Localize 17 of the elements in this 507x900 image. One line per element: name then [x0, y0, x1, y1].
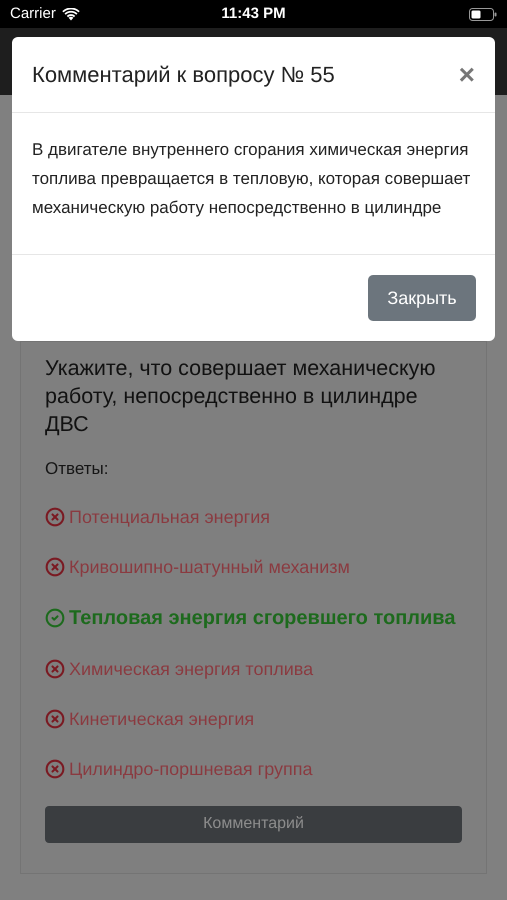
- battery-icon: [469, 8, 497, 20]
- answer-text: Потенциальная энергия: [69, 506, 270, 529]
- answers-label: Ответы:: [45, 458, 110, 480]
- answer-text: Кривошипно-шатунный механизм: [69, 556, 350, 579]
- question-text: Укажите, что совершает механическую работу, непосредственно в цилиндре ДВС: [45, 355, 437, 438]
- answer-text: Цилиндро-поршневая группа: [69, 758, 313, 781]
- comment-button[interactable]: Комментарий: [45, 806, 462, 842]
- close-dialog-button[interactable]: Закрыть: [368, 275, 476, 321]
- clock-time: 11:43 PM: [221, 4, 286, 24]
- dialog-title: Комментарий к вопросу № 55: [32, 61, 335, 89]
- answer-text: Тепловая энергия сгоревшего топлива: [69, 606, 456, 630]
- dialog-body-text: В двигателе внутреннего сгорания химическая энергия топлива превращается в тепловую, которая совершает механическую работу непосредственно в цилиндре: [12, 113, 495, 255]
- wifi-icon: [62, 8, 80, 20]
- carrier-label: Carrier: [10, 4, 56, 24]
- answer-text: Химическая энергия топлива: [69, 658, 314, 681]
- close-button[interactable]: ×: [458, 60, 475, 88]
- answer-text: Кинетическая энергия: [69, 708, 254, 731]
